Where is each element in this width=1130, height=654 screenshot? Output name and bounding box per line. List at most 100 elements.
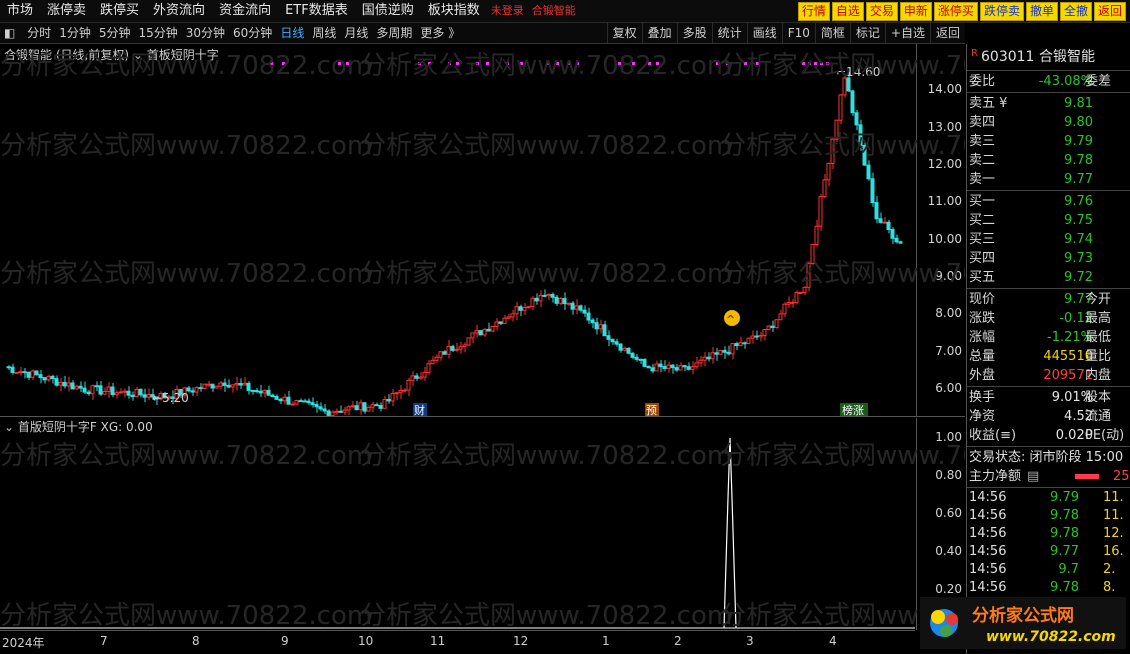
divider <box>967 92 1130 93</box>
candle-body <box>742 342 747 345</box>
stat2-row: 收益(≡) 0.020 PE(动) <box>967 426 1130 445</box>
price-tick-label: 11.00 <box>927 194 962 209</box>
tool-4[interactable]: 画线 <box>746 23 782 43</box>
finance-badge[interactable]: 财 <box>414 403 425 416</box>
tool-6[interactable]: 简框 <box>814 23 850 43</box>
candle-body <box>770 325 775 329</box>
menu-icon[interactable]: ▤ <box>1027 467 1039 486</box>
top-button-0[interactable]: 行情 <box>797 2 830 21</box>
signal-dot <box>820 62 823 65</box>
tool-1[interactable]: 叠加 <box>641 23 677 43</box>
stat2-label: 净资 <box>969 409 996 424</box>
tool-9[interactable]: 返回 <box>929 23 965 43</box>
bid-row[interactable]: 买三 9.74 <box>967 230 1130 249</box>
bid-row[interactable]: 买四 9.73 <box>967 249 1130 268</box>
panel-toggle-icon[interactable]: ◧ <box>0 23 19 43</box>
menu-limit-up-sell[interactable]: 涨停卖 <box>40 0 93 22</box>
tab-period-3[interactable]: 15分钟 <box>134 23 181 43</box>
bid-row[interactable]: 买五 9.72 <box>967 268 1130 287</box>
kline-chart[interactable]: ←5.20 ⌐14.60 财 预 榜涨 ^ <box>0 44 915 416</box>
candle-body <box>654 363 659 372</box>
tool-3[interactable]: 统计 <box>711 23 747 43</box>
bid-row[interactable]: 买二 9.75 <box>967 211 1130 230</box>
bid-price: 9.75 <box>1064 213 1093 228</box>
candle-body <box>626 347 631 354</box>
tab-period-4[interactable]: 30分钟 <box>182 23 229 43</box>
top-button-7[interactable]: 全撤 <box>1059 2 1092 21</box>
indicator-chart[interactable] <box>0 418 915 630</box>
menu-limit-down-buy[interactable]: 跌停买 <box>93 0 146 22</box>
menu-sector[interactable]: 板块指数 <box>421 0 487 22</box>
candle-body <box>278 398 283 402</box>
candle-body <box>370 404 375 408</box>
signal-dot <box>456 62 459 65</box>
tab-period-2[interactable]: 5分钟 <box>95 23 135 43</box>
top-button-6[interactable]: 撤单 <box>1025 2 1058 21</box>
menu-foreign-flow[interactable]: 外资流向 <box>146 0 212 22</box>
login-status[interactable]: 未登录 <box>487 4 528 17</box>
top-button-1[interactable]: 自选 <box>831 2 864 21</box>
candle-body <box>70 382 75 390</box>
candle-body <box>114 392 119 396</box>
top-button-5[interactable]: 跌停卖 <box>979 2 1024 21</box>
adjust-mode-label[interactable]: (日线,前复权) <box>56 48 129 62</box>
menu-capital-flow[interactable]: 资金流向 <box>212 0 278 22</box>
tab-period-8[interactable]: 月线 <box>340 23 372 43</box>
tab-period-7[interactable]: 周线 <box>308 23 340 43</box>
candle-body <box>546 293 551 297</box>
tab-period-0[interactable]: 分时 <box>23 23 55 43</box>
candle-body <box>678 365 683 371</box>
forecast-badge[interactable]: 预 <box>646 404 657 416</box>
tool-5[interactable]: F10 <box>781 23 815 43</box>
top-button-4[interactable]: 涨停买 <box>933 2 978 21</box>
tab-period-10[interactable]: 更多 》 <box>416 23 464 43</box>
candle-body <box>766 325 771 330</box>
ask-label: 卖一 <box>969 172 996 187</box>
tool-7[interactable]: 标记 <box>849 23 885 43</box>
rank-badge[interactable]: 榜涨 <box>842 403 864 416</box>
indicator-title: ⌄ 首版短阴十字F XG: 0.00 <box>4 418 153 435</box>
candle-body <box>674 367 679 371</box>
tool-0[interactable]: 复权 <box>606 23 642 43</box>
tab-period-6[interactable]: 日线 <box>276 23 308 43</box>
tab-period-5[interactable]: 60分钟 <box>229 23 276 43</box>
ask-row[interactable]: 卖一 9.77 <box>967 170 1130 189</box>
candle-body <box>350 405 355 408</box>
indicator-name-label[interactable]: 首板短阴十字 <box>147 48 219 62</box>
candle-body <box>854 112 859 126</box>
indicator-dropdown-icon[interactable]: ⌄ <box>133 48 143 62</box>
top-button-3[interactable]: 申新 <box>899 2 932 21</box>
candle-body <box>886 221 891 230</box>
ask-row[interactable]: 卖四 9.80 <box>967 113 1130 132</box>
candle-body <box>246 382 251 391</box>
ask-row[interactable]: 卖五 ¥ 9.81 <box>967 94 1130 113</box>
stat-row: 涨跌 -0.12 最高 <box>967 309 1130 328</box>
indicator-tick-label: 0.80 <box>935 468 962 482</box>
candle-body <box>130 394 135 398</box>
candle-body <box>342 409 347 413</box>
menu-etf[interactable]: ETF数据表 <box>278 0 355 22</box>
top-button-2[interactable]: 交易 <box>865 2 898 21</box>
tool-8[interactable]: +自选 <box>884 23 930 43</box>
candle-body <box>98 385 103 395</box>
menu-repo[interactable]: 国债逆购 <box>355 0 421 22</box>
menu-market[interactable]: 市场 <box>0 0 40 22</box>
ask-row[interactable]: 卖二 9.78 <box>967 151 1130 170</box>
ask-row[interactable]: 卖三 9.79 <box>967 132 1130 151</box>
stock-code: 603011 <box>981 49 1035 65</box>
candle-body <box>218 382 223 387</box>
tab-period-1[interactable]: 1分钟 <box>55 23 95 43</box>
candle-body <box>862 144 867 166</box>
tab-period-9[interactable]: 多周期 <box>372 23 416 43</box>
candle-body <box>562 298 567 305</box>
ask-label: 卖三 <box>969 134 996 149</box>
top-button-8[interactable]: 返回 <box>1093 2 1126 21</box>
candle-body <box>202 383 207 389</box>
indicator-dropdown-icon[interactable]: ⌄ <box>4 420 14 434</box>
candle-body <box>398 389 403 394</box>
bid-row[interactable]: 买一 9.76 <box>967 192 1130 211</box>
tool-2[interactable]: 多股 <box>676 23 712 43</box>
pane-divider[interactable] <box>0 416 965 417</box>
brand-label: 合锻智能 <box>531 4 576 17</box>
divider <box>967 487 1130 488</box>
